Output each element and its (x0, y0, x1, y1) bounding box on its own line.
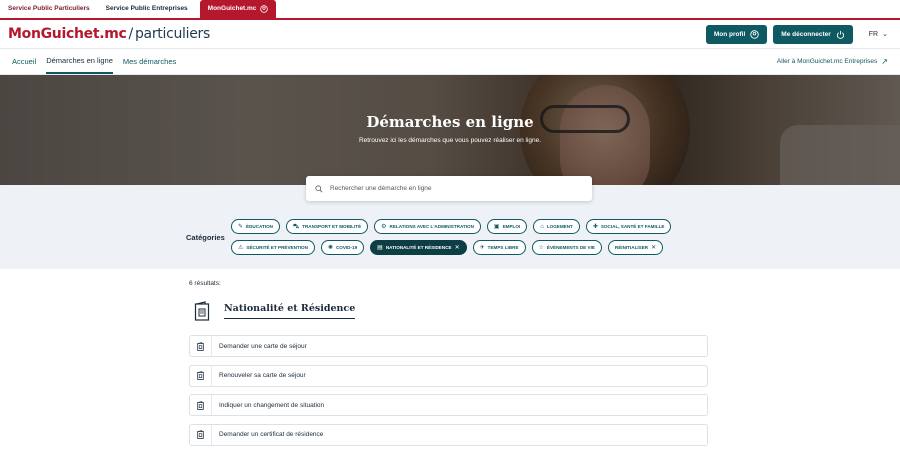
chevron-down-icon: ⌄ (882, 31, 888, 38)
list-item[interactable]: Renouveler sa carte de séjour (189, 364, 708, 387)
entreprises-link[interactable]: Aller à MonGuichet.mc Entreprises ↗ (777, 57, 888, 66)
administration-icon: ⚙ (381, 224, 387, 230)
remove-filter-icon[interactable]: ✕ (455, 244, 460, 251)
leisure-icon: ✈ (479, 245, 485, 251)
tab-monguichet[interactable]: MonGuichet.mc (199, 0, 277, 18)
profile-button-label: Mon profil (713, 30, 746, 38)
list-item-label: Indiquer un changement de situation (219, 401, 325, 409)
passport-icon (190, 424, 212, 445)
section-title: Nationalité et Résidence (224, 303, 356, 319)
logo-sub: particuliers (134, 26, 210, 42)
category-chip-label: COVID-19 (335, 245, 358, 250)
list-item[interactable]: Demander une carte de séjour (189, 335, 708, 357)
category-chip-reinitialiser[interactable]: RÉINITIALISER ✕ (607, 240, 664, 255)
category-chip-label: ÉVÉNEMENTS DE VIE (546, 245, 595, 250)
category-chip-social-sante-et-famille[interactable]: ✚ SOCIAL, SANTÉ ET FAMILLE (585, 219, 672, 234)
results-list: Demander une carte de séjour Renouveler s… (189, 335, 708, 446)
page-subtitle: Retrouvez ici les démarches que vous pou… (358, 137, 542, 144)
nav-item-accueil[interactable]: Accueil (12, 49, 36, 74)
passport-icon: ▤ (377, 245, 383, 251)
filters-panel: Rechercher une démarche en ligne Catégor… (0, 176, 900, 269)
category-chip-label: SOCIAL, SANTÉ ET FAMILLE (600, 224, 665, 229)
passport-icon (190, 365, 212, 386)
virus-icon: ✺ (327, 245, 333, 251)
category-chip-temps-libre[interactable]: ✈ TEMPS LIBRE (472, 240, 526, 255)
language-label: FR (868, 30, 879, 38)
list-item-label: Renouveler sa carte de séjour (219, 372, 306, 379)
page-title: Démarches en ligne (366, 113, 534, 131)
category-chip-evenements-de-vie[interactable]: ☆ ÉVÉNEMENTS DE VIE (531, 240, 602, 255)
search-icon (315, 184, 323, 192)
logo-separator: / (128, 26, 134, 42)
entreprises-link-label: Aller à MonGuichet.mc Entreprises (776, 58, 878, 65)
category-chip-label: NATIONALITÉ ET RÉSIDENCE (385, 245, 452, 250)
category-row-2: ⚠ SÉCURITÉ ET PRÉVENTION ✺ COVID-19 ▤ NATIONA… (231, 240, 671, 255)
power-icon (836, 30, 844, 39)
category-chip-logement[interactable]: ⌂ LOGEMENT (533, 219, 580, 234)
logout-button[interactable]: Me déconnecter (773, 24, 853, 44)
results-section: 6 résultats: Nationalité et Résidence De… (0, 269, 900, 446)
list-item-label: Demander un certificat de résidence (219, 431, 324, 438)
category-chip-nationalite-et-residence[interactable]: ▤ NATIONALITÉ ET RÉSIDENCE ✕ (370, 240, 467, 255)
tab-service-public-entreprises[interactable]: Service Public Entreprises (98, 0, 196, 18)
top-site-bar: Service Public Particuliers Service Publ… (0, 0, 900, 20)
site-logo[interactable]: MonGuichet.mc / particuliers (8, 26, 210, 42)
category-chip-education[interactable]: ✎ ÉDUCATION (231, 219, 280, 234)
logo-brand: MonGuichet.mc (8, 26, 127, 42)
section-header: Nationalité et Résidence (194, 301, 900, 321)
nav-item-demarches-en-ligne[interactable]: Démarches en ligne (46, 49, 113, 74)
category-chip-label: TEMPS LIBRE (487, 245, 519, 250)
category-row-1: ✎ ÉDUCATION ⛍ TRANSPORT ET MOBILITÉ ⚙ RELATIO… (231, 219, 672, 234)
site-header: MonGuichet.mc / particuliers Mon profil … (0, 20, 900, 49)
tab-monguichet-label: MonGuichet.mc (207, 5, 257, 12)
tab-service-public-particuliers[interactable]: Service Public Particuliers (0, 0, 98, 18)
hero-banner: Démarches en ligne Retrouvez ici les dém… (0, 75, 900, 185)
logout-button-label: Me déconnecter (781, 30, 831, 38)
education-icon: ✎ (238, 224, 244, 230)
category-chip-relations-avec-l-administration[interactable]: ⚙ RELATIONS AVEC L'ADMINISTRATION (374, 219, 481, 234)
category-chip-securite-et-prevention[interactable]: ⚠ SÉCURITÉ ET PRÉVENTION (231, 240, 315, 255)
passport-icon (190, 336, 212, 356)
category-chip-label: ÉDUCATION (246, 224, 273, 229)
list-item-label: Demander une carte de séjour (219, 342, 307, 350)
categories-label: Catégories (186, 233, 225, 242)
user-circle-icon (750, 29, 760, 39)
category-chip-transport-et-mobilite[interactable]: ⛍ TRANSPORT ET MOBILITÉ (286, 219, 369, 234)
category-chip-label: EMPLOI (502, 224, 521, 229)
close-icon: ✕ (651, 245, 657, 251)
language-selector[interactable]: FR ⌄ (868, 30, 888, 39)
nav-item-mes-demarches[interactable]: Mes démarches (123, 49, 176, 74)
category-chip-label: RÉINITIALISER (614, 245, 649, 250)
category-chip-emploi[interactable]: ▣ EMPLOI (486, 219, 528, 234)
health-icon: ✚ (592, 224, 598, 230)
user-circle-icon (260, 5, 269, 13)
results-count: 6 résultats: (189, 280, 221, 287)
profile-button[interactable]: Mon profil (705, 24, 768, 44)
header-actions: Mon profil Me déconnecter FR ⌄ (705, 24, 892, 44)
briefcase-icon: ▣ (493, 224, 500, 230)
category-chip-label: SÉCURITÉ ET PRÉVENTION (246, 245, 308, 250)
transport-icon: ⛍ (293, 223, 300, 230)
passport-icon (194, 301, 210, 321)
category-chips: ✎ ÉDUCATION ⛍ TRANSPORT ET MOBILITÉ ⚙ RELATIO… (231, 219, 672, 261)
list-item[interactable]: Indiquer un changement de situation (189, 394, 708, 416)
main-nav: Accueil Démarches en ligne Mes démarches… (0, 49, 900, 75)
search-placeholder: Rechercher une démarche en ligne (330, 185, 432, 192)
category-chip-label: RELATIONS AVEC L'ADMINISTRATION (389, 224, 474, 229)
house-icon: ⌂ (540, 223, 544, 230)
category-chip-label: TRANSPORT ET MOBILITÉ (302, 224, 362, 229)
arrow-up-right-icon: ↗ (881, 57, 888, 66)
security-icon: ⚠ (238, 245, 244, 251)
search-input[interactable]: Rechercher une démarche en ligne (306, 176, 592, 201)
category-chip-label: LOGEMENT (546, 224, 573, 229)
passport-icon (190, 395, 212, 415)
star-icon: ☆ (538, 245, 544, 251)
nav-items: Accueil Démarches en ligne Mes démarches (12, 49, 176, 74)
category-chip-covid-19[interactable]: ✺ COVID-19 (320, 240, 365, 255)
list-item[interactable]: Demander un certificat de résidence (189, 423, 708, 446)
